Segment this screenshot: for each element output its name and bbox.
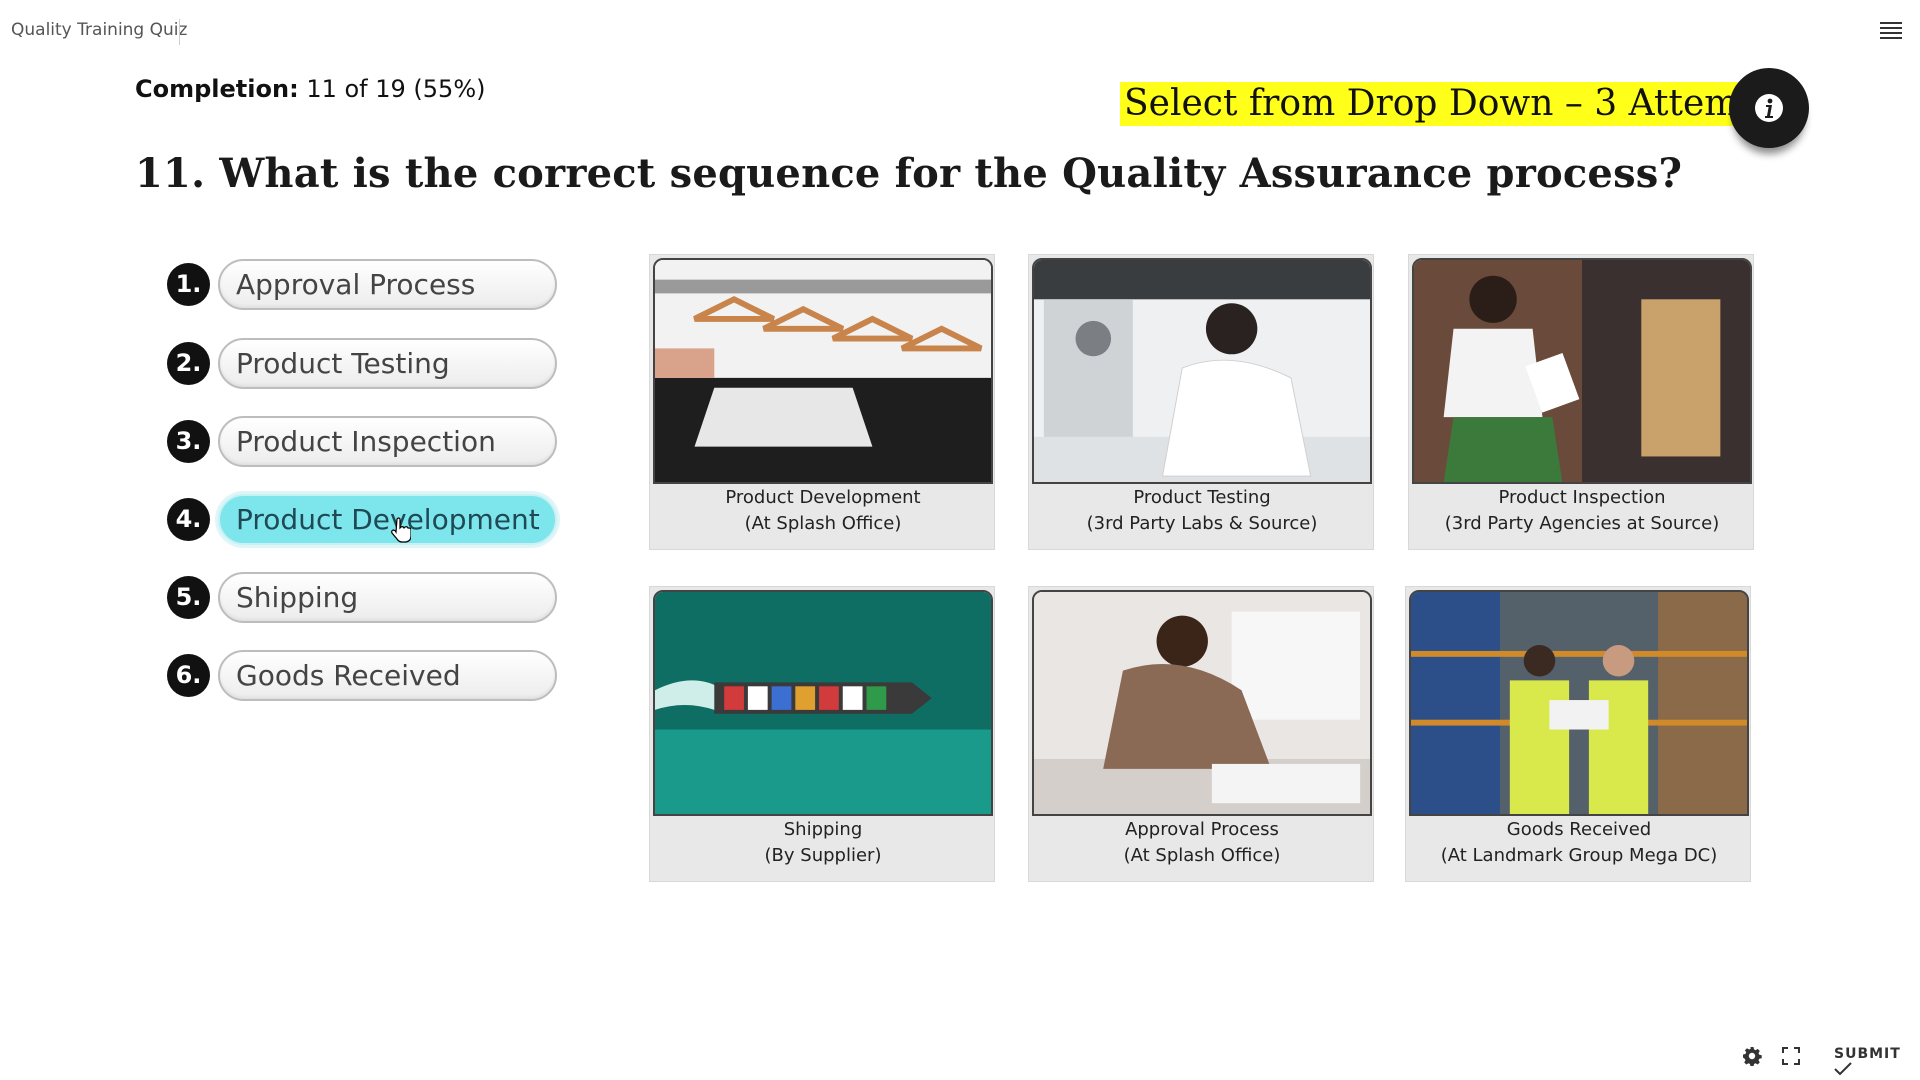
sequence-row: 1. Approval Process (167, 259, 557, 311)
checkmark-icon (1834, 1062, 1852, 1076)
sequence-row: 5. Shipping (167, 572, 557, 624)
step-number-badge: 1. (167, 263, 210, 306)
completion-status: Completion: 11 of 19 (55%) (135, 75, 485, 103)
info-icon[interactable] (1729, 68, 1809, 148)
sequence-row: 3. Product Inspection (167, 416, 557, 468)
card-title: Goods Received (1506, 819, 1652, 840)
sequence-dropdown-4[interactable]: Product Development (218, 494, 557, 545)
sequence-dropdown-3[interactable]: Product Inspection (218, 416, 557, 467)
card-subtitle: (At Landmark Group Mega DC) (1440, 845, 1718, 866)
card-title: Approval Process (1125, 819, 1279, 840)
card-title: Shipping (783, 819, 863, 840)
card-title: Product Development (725, 487, 921, 508)
sequence-row: 4. Product Development (167, 494, 557, 546)
warehouse-workers-image (1409, 590, 1749, 816)
inspector-image (1412, 258, 1752, 484)
card-caption: Product Inspection (3rd Party Agencies a… (1409, 485, 1755, 537)
instruction-banner: Select from Drop Down – 3 Attempts (1120, 82, 1799, 126)
submit-button[interactable]: SUBMIT (1834, 1046, 1920, 1079)
step-number-badge: 2. (167, 342, 210, 385)
sequence-dropdown-5[interactable]: Shipping (218, 572, 557, 623)
gear-icon[interactable] (1742, 1046, 1762, 1067)
card-caption: Goods Received (At Landmark Group Mega D… (1406, 817, 1752, 869)
card-caption: Approval Process (At Splash Office) (1029, 817, 1375, 869)
step-number-badge: 5. (167, 576, 210, 619)
clothes-hangers-image (653, 258, 993, 484)
card-title: Product Testing (1133, 487, 1271, 508)
sequence-row: 6. Goods Received (167, 650, 557, 702)
card-subtitle: (By Supplier) (764, 845, 882, 866)
card-subtitle: (3rd Party Agencies at Source) (1444, 513, 1720, 534)
completion-value: 11 of 19 (55%) (306, 75, 486, 103)
app-title: Quality Training Quiz (11, 20, 188, 40)
question-text: 11. What is the correct sequence for the… (135, 150, 1683, 197)
designer-sketching-image (1032, 590, 1372, 816)
card-subtitle: (3rd Party Labs & Source) (1086, 513, 1318, 534)
step-number-badge: 3. (167, 420, 210, 463)
card-goods-received: Goods Received (At Landmark Group Mega D… (1405, 586, 1751, 882)
fullscreen-icon[interactable] (1782, 1047, 1800, 1065)
card-product-testing: Product Testing (3rd Party Labs & Source… (1028, 254, 1374, 550)
title-divider (179, 19, 180, 45)
card-product-development: Product Development (At Splash Office) (649, 254, 995, 550)
lab-scientist-image (1032, 258, 1372, 484)
hand-cursor-icon (391, 517, 411, 543)
card-approval-process: Approval Process (At Splash Office) (1028, 586, 1374, 882)
card-product-inspection: Product Inspection (3rd Party Agencies a… (1408, 254, 1754, 550)
step-number-badge: 6. (167, 654, 210, 697)
container-ship-image (653, 590, 993, 816)
card-subtitle: (At Splash Office) (1123, 845, 1281, 866)
sequence-dropdown-6[interactable]: Goods Received (218, 650, 557, 701)
card-shipping: Shipping (By Supplier) (649, 586, 995, 882)
card-subtitle: (At Splash Office) (744, 513, 902, 534)
card-title: Product Inspection (1498, 487, 1666, 508)
sequence-dropdown-2[interactable]: Product Testing (218, 338, 557, 389)
completion-label: Completion: (135, 75, 299, 103)
card-caption: Product Testing (3rd Party Labs & Source… (1029, 485, 1375, 537)
step-number-badge: 4. (167, 498, 210, 541)
card-caption: Product Development (At Splash Office) (650, 485, 996, 537)
sequence-dropdown-1[interactable]: Approval Process (218, 259, 557, 310)
card-caption: Shipping (By Supplier) (650, 817, 996, 869)
submit-label: SUBMIT (1834, 1046, 1901, 1062)
top-bar: Quality Training Quiz (0, 0, 1920, 62)
sequence-row: 2. Product Testing (167, 338, 557, 390)
menu-icon[interactable] (1880, 22, 1902, 40)
